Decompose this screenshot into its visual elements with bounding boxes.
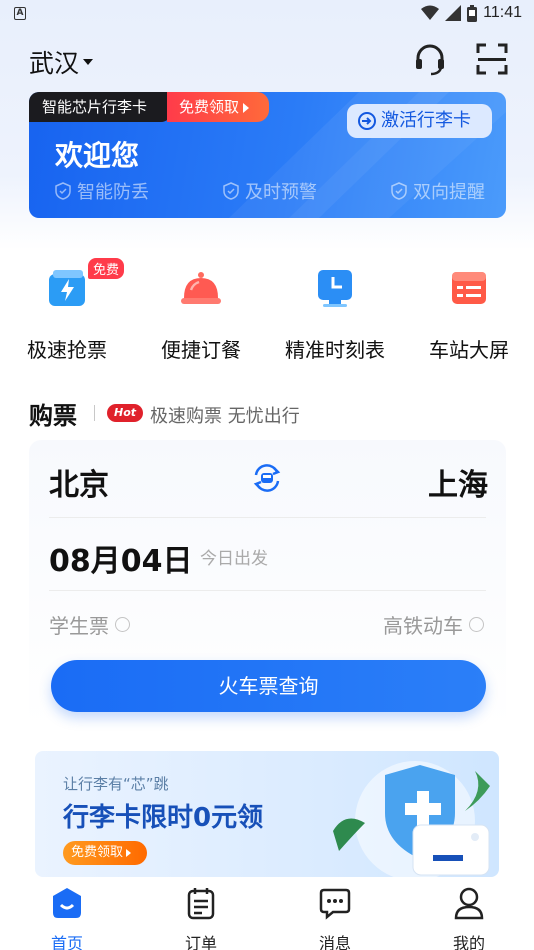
quick-item-label: 便捷订餐: [161, 338, 241, 362]
feature-label: 智能防丢: [77, 182, 149, 203]
quick-item-label: 车站大屏: [429, 338, 509, 362]
headset-icon[interactable]: [413, 42, 447, 76]
divider: [49, 590, 486, 591]
feature-item: 智能防丢: [55, 178, 149, 204]
buy-ticket-title: 购票: [29, 401, 77, 430]
quick-menu: 免费 极速抢票 便捷订餐 精准时刻表 车站大屏: [0, 258, 534, 368]
promo-button-label: 免费领取: [71, 845, 124, 860]
luggage-card-banner[interactable]: 智能芯片行李卡 免费领取 激活行李卡 欢迎您 智能防丢 及时预警 双向提醒: [29, 92, 506, 218]
tab-home[interactable]: 首页: [0, 886, 134, 950]
tab-messages[interactable]: 消息: [268, 886, 402, 950]
shield-check-icon: [391, 182, 407, 200]
clock-monitor-icon: [313, 266, 357, 310]
banner-free-button[interactable]: 免费领取: [167, 92, 269, 122]
luggage-card-promo[interactable]: 让行李有“芯”跳 行李卡限时0元领 免费领取: [35, 751, 499, 877]
caret-down-icon: [83, 59, 94, 65]
clock: 11:41: [483, 4, 522, 21]
tab-label: 消息: [318, 934, 351, 950]
flash-card-icon: [45, 266, 89, 310]
banner-free-label: 免费领取: [179, 98, 240, 116]
train-ticket-search-button[interactable]: 火车票查询: [51, 660, 486, 712]
radio-button[interactable]: [469, 617, 484, 632]
status-bar: A 11:41: [0, 0, 534, 28]
wifi-icon: [421, 5, 440, 20]
quick-item-station-screen[interactable]: 车站大屏: [402, 258, 534, 363]
profile-icon: [454, 887, 484, 920]
status-indicators: 11:41: [421, 4, 522, 22]
divider: [94, 405, 95, 421]
high-speed-option[interactable]: 高铁动车: [383, 610, 484, 639]
student-ticket-option[interactable]: 学生票: [49, 610, 130, 639]
departure-station[interactable]: 北京: [49, 460, 109, 504]
option-label: 学生票: [49, 614, 109, 638]
scan-icon[interactable]: [475, 42, 509, 76]
swap-stations-icon[interactable]: [251, 462, 283, 494]
bottom-tab-bar: 首页 订单 消息 我的: [0, 882, 534, 950]
tab-orders[interactable]: 订单: [134, 886, 268, 950]
feature-item: 及时预警: [223, 178, 317, 204]
promo-title: 行李卡限时0元领: [63, 803, 264, 833]
quick-item-timetable[interactable]: 精准时刻表: [268, 258, 402, 363]
promo-illustration: [333, 761, 490, 877]
tab-label: 我的: [452, 934, 485, 950]
quick-item-fast-ticket[interactable]: 免费 极速抢票: [0, 258, 134, 363]
tab-label: 首页: [50, 934, 83, 950]
feature-label: 双向提醒: [413, 182, 485, 203]
order-icon: [187, 888, 215, 920]
quick-item-label: 精准时刻表: [285, 338, 385, 362]
message-icon: [319, 888, 351, 920]
banner-features: 智能防丢 及时预警 双向提醒: [55, 178, 485, 204]
departure-date[interactable]: 08月04日: [49, 536, 193, 580]
activate-card-button[interactable]: 激活行李卡: [347, 104, 492, 138]
free-badge: 免费: [88, 258, 125, 279]
feature-label: 及时预警: [245, 182, 317, 203]
shield-check-icon: [223, 182, 239, 200]
battery-icon: [467, 4, 478, 22]
station-board-icon: [447, 266, 491, 310]
notification-icon: A: [14, 7, 26, 20]
play-arrow-icon: [126, 848, 132, 857]
ticket-search-card: 北京 上海 08月04日 今日出发 学生票 高铁动车 火车票查询: [29, 440, 506, 730]
divider: [49, 517, 486, 518]
date-hint: 今日出发: [200, 549, 268, 569]
play-arrow-icon: [243, 102, 250, 113]
home-icon: [53, 888, 81, 918]
city-selector[interactable]: 武汉: [29, 44, 94, 80]
city-label: 武汉: [29, 49, 80, 78]
tab-label: 订单: [184, 934, 217, 950]
signal-icon: [445, 5, 462, 21]
tab-profile[interactable]: 我的: [402, 886, 534, 950]
welcome-text: 欢迎您: [55, 139, 140, 172]
food-cloche-icon: [179, 266, 223, 310]
promo-subtitle: 让行李有“芯”跳: [63, 775, 169, 793]
quick-item-label: 极速抢票: [27, 338, 107, 362]
radio-button[interactable]: [115, 617, 130, 632]
option-label: 高铁动车: [383, 614, 463, 638]
activate-card-label: 激活行李卡: [381, 110, 471, 131]
buy-ticket-subtitle: 极速购票 无忧出行: [150, 406, 300, 427]
shield-check-icon: [55, 182, 71, 200]
promo-free-button[interactable]: 免费领取: [63, 841, 147, 865]
arrival-station[interactable]: 上海: [428, 460, 488, 504]
feature-item: 双向提醒: [391, 178, 485, 204]
hot-badge: Hot: [107, 404, 143, 422]
enter-arrow-icon: [358, 112, 376, 130]
banner-tag: 智能芯片行李卡: [29, 92, 171, 122]
quick-item-order-meal[interactable]: 便捷订餐: [134, 258, 268, 363]
